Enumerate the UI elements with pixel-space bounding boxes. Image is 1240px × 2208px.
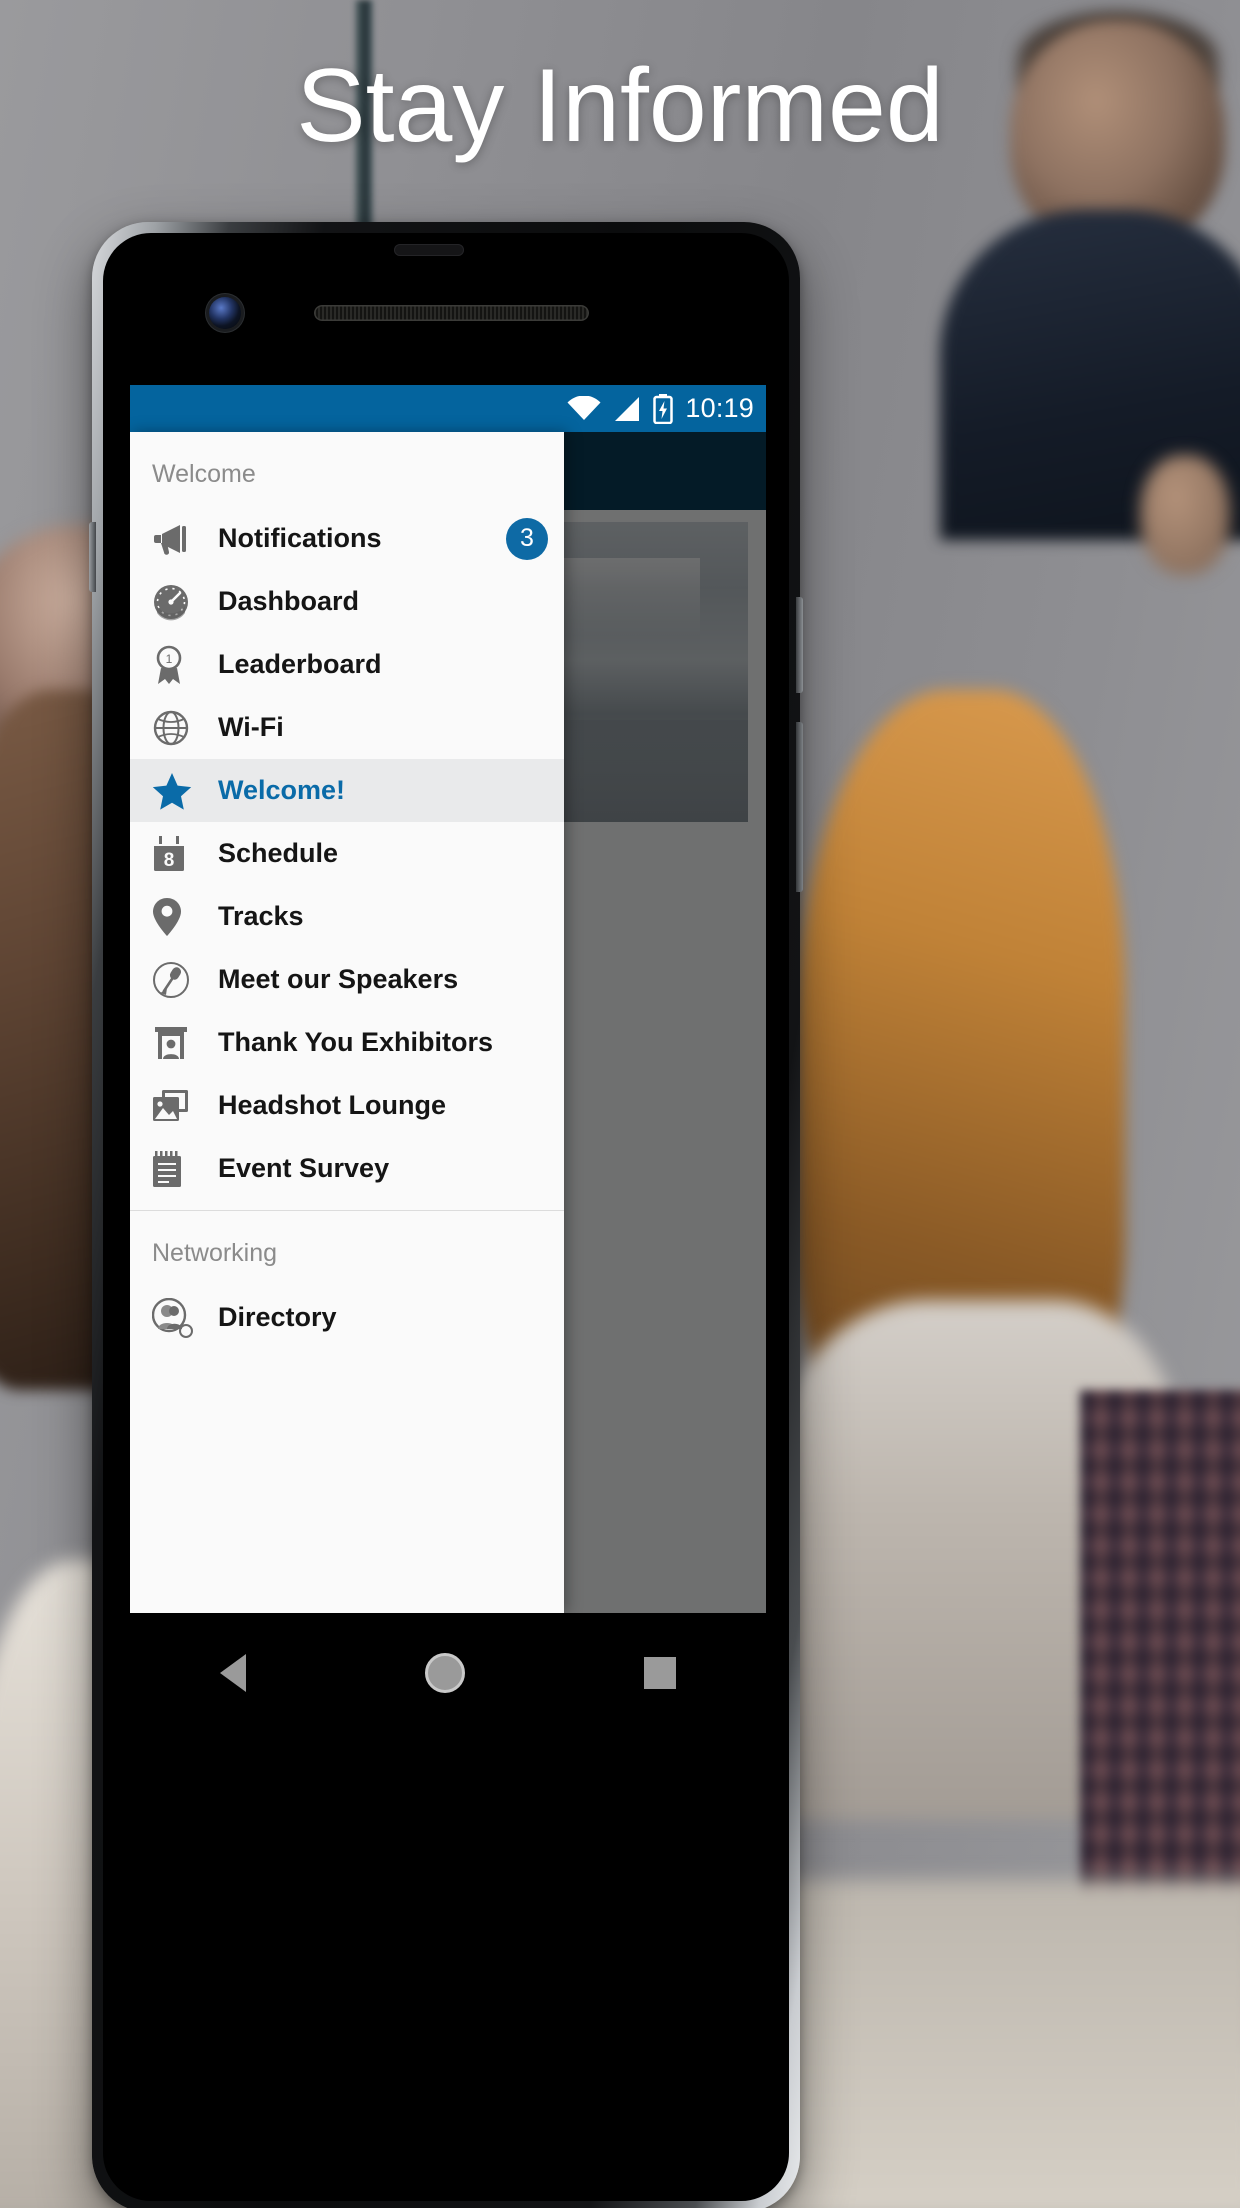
wifi-icon (567, 395, 601, 420)
drawer-item-label: Headshot Lounge (218, 1090, 446, 1120)
phone-speaker-grille (314, 305, 589, 321)
back-button[interactable] (219, 1654, 246, 1692)
home-button[interactable] (424, 1653, 465, 1693)
drawer-item-schedule[interactable]: 8 Schedule (130, 822, 564, 885)
cellular-signal-icon (615, 396, 640, 421)
award-ribbon-icon: 1 (152, 645, 204, 685)
drawer-item-event-survey[interactable]: Event Survey (130, 1137, 564, 1200)
svg-text:8: 8 (164, 850, 175, 871)
drawer-item-label: Leaderboard (218, 649, 382, 679)
drawer-item-leaderboard[interactable]: 1 Leaderboard (130, 633, 564, 696)
phone-power-button[interactable] (796, 597, 803, 693)
drawer-item-label: Meet our Speakers (218, 964, 459, 994)
recents-button[interactable] (644, 1657, 677, 1689)
drawer-item-tracks[interactable]: Tracks (130, 885, 564, 948)
android-navigation-bar (130, 1613, 766, 1733)
drawer-item-label: Dashboard (218, 586, 360, 616)
status-bar: 10:19 (130, 385, 766, 432)
megaphone-icon (152, 522, 204, 556)
notepad-icon (152, 1150, 204, 1188)
drawer-item-notifications[interactable]: Notifications 3 (130, 507, 564, 570)
drawer-item-label: Notifications (218, 523, 382, 553)
drawer-section-label-welcome: Welcome (152, 460, 256, 488)
microphone-icon (152, 961, 204, 999)
phone-screen: 10:19 Conference ual Conference your per… (130, 385, 766, 1613)
background-person-hand (1140, 455, 1230, 575)
notifications-badge: 3 (506, 517, 548, 560)
status-bar-time: 10:19 (685, 393, 754, 423)
phone-mockup: 10:19 Conference ual Conference your per… (89, 222, 803, 2208)
drawer-item-label: Wi-Fi (218, 712, 284, 742)
drawer-item-label: Event Survey (218, 1153, 390, 1183)
drawer-item-directory[interactable]: Directory (130, 1286, 564, 1349)
drawer-item-label: Welcome! (218, 775, 346, 805)
drawer-section-label-networking: Networking (152, 1239, 278, 1267)
drawer-item-exhibitors[interactable]: Thank You Exhibitors (130, 1011, 564, 1074)
speedometer-icon (152, 583, 204, 621)
drawer-item-label: Directory (218, 1302, 337, 1332)
background-bottom-right (760, 1880, 1240, 2208)
drawer-item-label: Tracks (218, 901, 304, 931)
photos-icon (152, 1089, 204, 1123)
globe-icon (152, 709, 204, 747)
drawer-item-headshot-lounge[interactable]: Headshot Lounge (130, 1074, 564, 1137)
calendar-8-icon: 8 (152, 835, 204, 873)
phone-volume-button[interactable] (796, 722, 803, 892)
map-pin-icon (152, 897, 204, 937)
drawer-item-welcome[interactable]: Welcome! (130, 759, 564, 822)
drawer-item-dashboard[interactable]: Dashboard (130, 570, 564, 633)
page-headline: Stay Informed (296, 48, 944, 164)
drawer-item-label: Schedule (218, 838, 339, 868)
phone-earpiece-notch (394, 244, 464, 256)
star-icon (152, 772, 204, 810)
drawer-item-label: Thank You Exhibitors (218, 1027, 494, 1057)
drawer-item-speakers[interactable]: Meet our Speakers (130, 948, 564, 1011)
front-camera-icon (209, 297, 241, 329)
svg-text:1: 1 (166, 652, 173, 666)
navigation-drawer: Welcome Notifications 3 Dashboard 1 Lead… (130, 432, 564, 1613)
battery-charging-icon (653, 393, 674, 424)
drawer-item-wifi[interactable]: Wi-Fi (130, 696, 564, 759)
phone-side-button[interactable] (89, 522, 96, 592)
people-icon (152, 1297, 204, 1338)
booth-icon (152, 1024, 204, 1062)
